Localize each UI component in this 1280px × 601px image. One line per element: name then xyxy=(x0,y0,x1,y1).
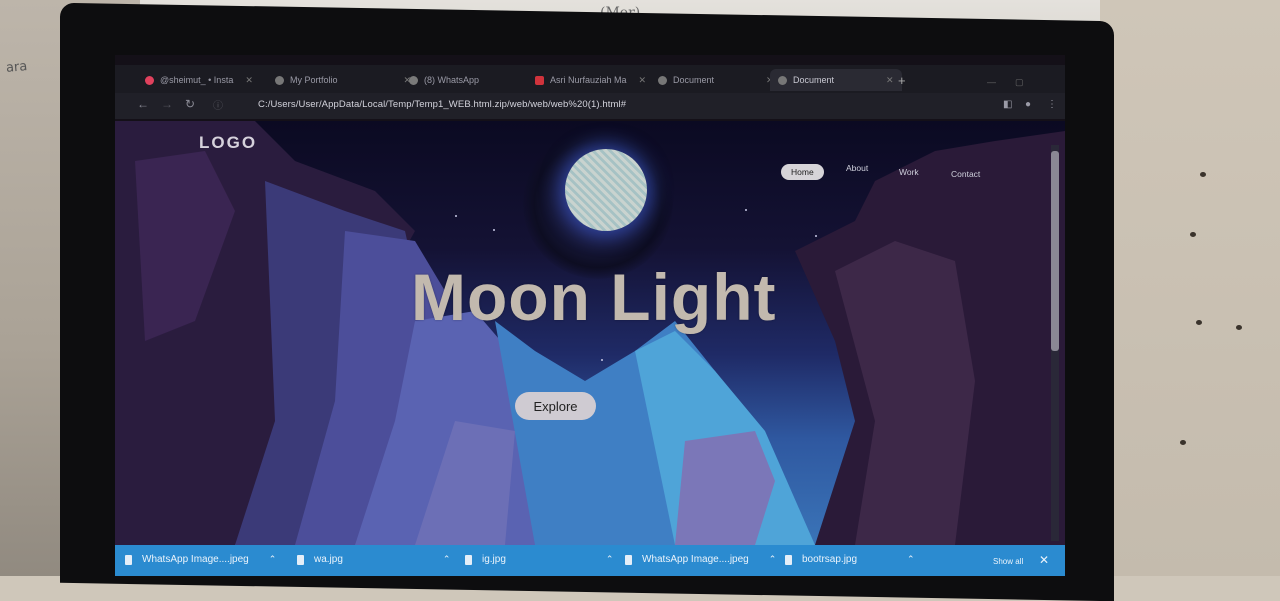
chevron-up-icon[interactable]: ⌃ xyxy=(269,554,277,565)
download-item[interactable]: ig.jpg ⌃ xyxy=(465,554,613,565)
globe-icon xyxy=(778,75,787,85)
file-icon xyxy=(297,554,304,565)
url-field[interactable]: C:/Users/User/AppData/Local/Temp/Temp1_W… xyxy=(258,99,626,110)
tab-label: Document xyxy=(673,75,715,85)
close-icon[interactable]: ✕ xyxy=(639,75,647,86)
download-filename: WhatsApp Image....jpeg xyxy=(642,554,749,565)
star xyxy=(455,215,457,217)
site-info-icon[interactable]: ⓘ xyxy=(213,97,223,112)
tab-document[interactable]: Document ✕ xyxy=(650,69,782,91)
wall-speck xyxy=(1180,440,1186,445)
close-icon[interactable]: ✕ xyxy=(886,75,894,86)
tab-label: Document xyxy=(793,75,835,85)
tab-youtube[interactable]: Asri Nurfauziah Ma ✕ xyxy=(527,69,654,91)
downloads-bar: WhatsApp Image....jpeg ⌃ wa.jpg ⌃ ig.jpg… xyxy=(115,545,1065,576)
nav-home[interactable]: Home xyxy=(781,164,824,180)
globe-icon xyxy=(658,75,667,85)
wall-speck xyxy=(1196,320,1202,325)
download-filename: WhatsApp Image....jpeg xyxy=(142,554,249,565)
tab-label: (8) WhatsApp xyxy=(424,75,480,85)
sidebar-icon[interactable]: ◧ xyxy=(1003,99,1012,110)
site-logo[interactable]: LOGO xyxy=(199,133,257,153)
close-icon[interactable]: ✕ xyxy=(1039,553,1049,567)
profile-icon[interactable]: ● xyxy=(1025,99,1031,110)
webpage: LOGO Home About Work Contact Moon Light … xyxy=(115,121,1065,545)
back-icon[interactable]: ← xyxy=(137,97,149,111)
moon-image xyxy=(565,149,647,231)
tab-portfolio[interactable]: My Portfolio ✕ xyxy=(267,69,419,91)
star xyxy=(815,235,817,237)
minimize-icon[interactable]: — xyxy=(987,77,996,87)
download-filename: wa.jpg xyxy=(314,554,343,565)
tab-instagram[interactable]: @sheimut_ • Insta ✕ xyxy=(137,69,261,91)
nav-contact[interactable]: Contact xyxy=(951,169,980,179)
forward-icon[interactable]: → xyxy=(161,97,173,111)
globe-icon xyxy=(275,75,284,85)
nav-work[interactable]: Work xyxy=(899,167,919,177)
star xyxy=(601,359,603,361)
chevron-up-icon[interactable]: ⌃ xyxy=(443,554,451,565)
file-icon xyxy=(465,554,472,565)
nav-about[interactable]: About xyxy=(846,163,868,173)
tab-label: My Portfolio xyxy=(290,75,338,85)
download-filename: bootrsap.jpg xyxy=(802,554,858,565)
show-all-button[interactable]: Show all xyxy=(993,557,1023,566)
chevron-up-icon[interactable]: ⌃ xyxy=(769,554,777,565)
wall-speck xyxy=(1190,232,1196,237)
download-item[interactable]: WhatsApp Image....jpeg ⌃ xyxy=(625,554,776,565)
chevron-up-icon[interactable]: ⌃ xyxy=(606,554,614,565)
download-filename: ig.jpg xyxy=(482,554,506,565)
scrollbar-thumb[interactable] xyxy=(1051,151,1059,351)
file-icon xyxy=(125,554,132,565)
download-item[interactable]: wa.jpg ⌃ xyxy=(297,554,450,565)
explore-button[interactable]: Explore xyxy=(515,392,596,420)
tab-document-active[interactable]: Document ✕ xyxy=(770,69,902,91)
file-icon xyxy=(785,554,792,565)
youtube-icon xyxy=(535,75,544,85)
download-item[interactable]: WhatsApp Image....jpeg ⌃ xyxy=(125,554,276,565)
wall-speck xyxy=(1236,325,1242,330)
maximize-icon[interactable]: ▢ xyxy=(1015,77,1024,88)
new-tab-button[interactable]: + xyxy=(898,73,906,88)
close-icon[interactable]: ✕ xyxy=(245,75,253,86)
hero-title: Moon Light xyxy=(411,260,777,334)
tab-label: @sheimut_ • Insta xyxy=(160,75,234,85)
star xyxy=(745,209,747,211)
download-item[interactable]: bootrsap.jpg ⌃ xyxy=(785,554,915,565)
tab-label: Asri Nurfauziah Ma xyxy=(550,75,627,85)
wall-right xyxy=(1100,0,1280,576)
tab-bar: @sheimut_ • Insta ✕ My Portfolio ✕ (8) W… xyxy=(115,65,1065,93)
monitor-screen: @sheimut_ • Insta ✕ My Portfolio ✕ (8) W… xyxy=(115,55,1065,576)
reload-icon[interactable]: ↻ xyxy=(185,97,195,111)
menu-icon[interactable]: ⋮ xyxy=(1047,99,1057,110)
chevron-up-icon[interactable]: ⌃ xyxy=(907,554,915,565)
whatsapp-icon xyxy=(409,75,418,85)
star xyxy=(493,229,495,231)
wall-speck xyxy=(1200,172,1206,177)
whiteboard-writing: ara xyxy=(5,59,28,76)
instagram-icon xyxy=(145,75,154,85)
file-icon xyxy=(625,554,632,565)
